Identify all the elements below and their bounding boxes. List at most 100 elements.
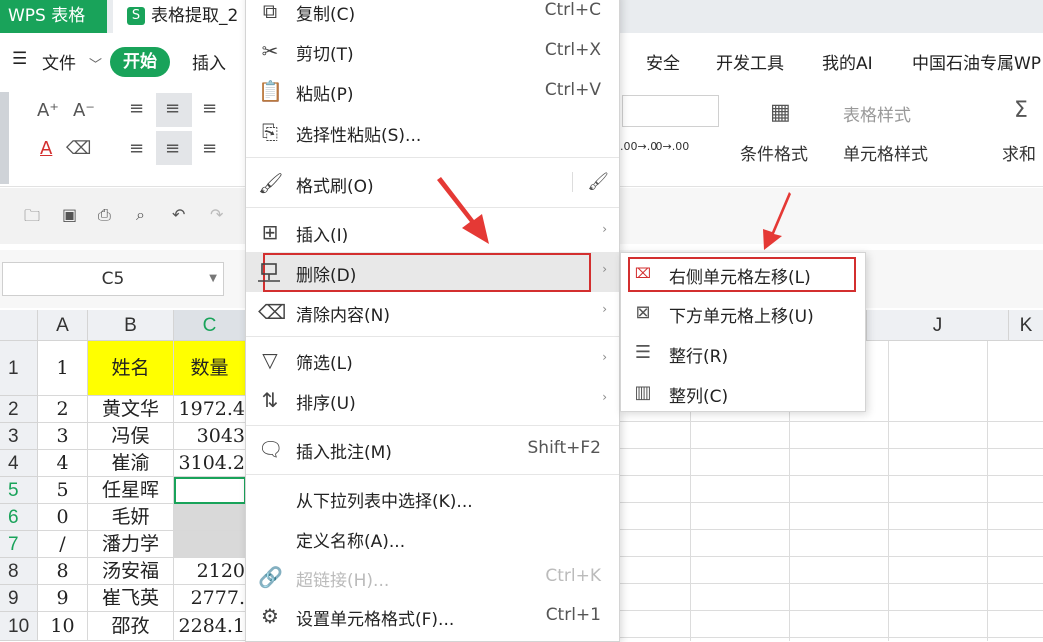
table-style-button[interactable]: 表格样式	[843, 101, 911, 126]
align-left-icon[interactable]: ≡	[129, 138, 144, 159]
table-cell[interactable]: 1	[38, 341, 88, 396]
table-cell[interactable]: 8	[38, 558, 88, 585]
save-icon[interactable]: ▣	[62, 205, 77, 224]
number-format-select[interactable]	[622, 95, 719, 127]
row-header[interactable]: 8	[0, 558, 38, 585]
menu-item-format-cells[interactable]: ⚙ 设置单元格格式(F)... Ctrl+1	[246, 596, 619, 636]
format-painter-lock-icon[interactable]: 🖌	[572, 172, 609, 192]
decrease-decimal-icon[interactable]: .0→.00	[652, 140, 689, 153]
table-cell[interactable]: 2	[38, 396, 88, 423]
menu-insert[interactable]: 插入	[192, 49, 226, 74]
table-cell[interactable]: 潘力学	[88, 531, 174, 558]
menu-petrochina[interactable]: 中国石油专属WP	[912, 49, 1041, 74]
table-cell[interactable]: 1972.4	[174, 396, 246, 423]
row-header[interactable]: 1	[0, 341, 38, 396]
menu-item-cut[interactable]: ✂ 剪切(T) Ctrl+X	[246, 31, 619, 71]
column-header-b[interactable]: B	[88, 310, 174, 341]
column-header-j[interactable]: J	[866, 310, 1009, 341]
table-cell[interactable]: 2284.1	[174, 612, 246, 641]
table-cell[interactable]: 毛妍	[88, 504, 174, 531]
row-header[interactable]: 2	[0, 396, 38, 423]
table-cell[interactable]: 2777.	[174, 585, 246, 612]
menu-item-paste-special[interactable]: ⎘ 选择性粘贴(S)...	[246, 112, 619, 152]
table-cell[interactable]: 2120	[174, 558, 246, 585]
table-cell[interactable]: 邵孜	[88, 612, 174, 641]
column-header-k[interactable]: K	[1009, 310, 1043, 341]
menu-item-clear-contents[interactable]: ⌫ 清除内容(N) ›	[246, 292, 619, 332]
align-right-icon[interactable]: ≡	[202, 138, 217, 159]
align-bottom-icon[interactable]: ≡	[202, 98, 217, 119]
document-tab[interactable]: S 表格提取_2	[113, 0, 253, 33]
table-cell[interactable]: 9	[38, 585, 88, 612]
table-cell[interactable]: 崔飞英	[88, 585, 174, 612]
print-icon[interactable]: ⎙	[98, 205, 111, 225]
table-cell[interactable]: 姓名	[88, 341, 174, 396]
table-cell[interactable]: 任星晖	[88, 477, 174, 504]
menu-item-filter[interactable]: ▽ 筛选(L) ›	[246, 340, 619, 380]
column-header-c[interactable]: C	[174, 310, 246, 341]
menu-devtools[interactable]: 开发工具	[716, 49, 784, 74]
table-cell[interactable]: 5	[38, 477, 88, 504]
table-cell[interactable]	[174, 504, 246, 531]
print-preview-icon[interactable]: ⌕	[136, 205, 145, 225]
row-header[interactable]: 9	[0, 585, 38, 612]
menu-item-copy[interactable]: ⧉ 复制(C) Ctrl+C	[246, 0, 619, 31]
table-cell[interactable]: 崔渝	[88, 450, 174, 477]
row-header[interactable]: 10	[0, 612, 38, 641]
menu-item-hyperlink[interactable]: 🔗 超链接(H)... Ctrl+K	[246, 557, 619, 597]
app-tab[interactable]: WPS 表格	[0, 0, 107, 33]
row-header[interactable]: 3	[0, 423, 38, 450]
align-top-icon[interactable]: ≡	[129, 98, 144, 119]
font-color-icon[interactable]: A	[40, 138, 52, 159]
menu-my-ai[interactable]: 我的AI	[822, 49, 873, 74]
table-cell[interactable]: 3043	[174, 423, 246, 450]
sum-icon[interactable]: Σ	[1014, 98, 1028, 123]
menu-item-pick-from-list[interactable]: 从下拉列表中选择(K)...	[246, 478, 619, 518]
table-cell[interactable]: 0	[38, 504, 88, 531]
redo-icon[interactable]: ↷	[210, 205, 223, 224]
chevron-down-icon[interactable]: ﹀	[89, 54, 102, 73]
sum-button[interactable]: 求和	[1002, 140, 1036, 165]
row-header[interactable]: 6	[0, 504, 38, 531]
menu-item-paste[interactable]: 📋 粘贴(P) Ctrl+V	[246, 71, 619, 111]
conditional-format-icon[interactable]: ▦	[770, 100, 791, 125]
table-cell[interactable]: 数量	[174, 341, 246, 396]
eraser-icon[interactable]: ⌫	[66, 138, 91, 159]
submenu-item-shift-up[interactable]: ⊠ 下方单元格上移(U)	[621, 293, 865, 333]
table-cell[interactable]: 黄文华	[88, 396, 174, 423]
table-cell[interactable]: /	[38, 531, 88, 558]
font-size-up-icon[interactable]: A⁺	[37, 100, 59, 121]
submenu-item-entire-column[interactable]: ▥ 整列(C)	[621, 373, 865, 413]
ribbon-scroll-handle[interactable]	[0, 92, 9, 184]
menu-item-insert[interactable]: ⊞ 插入(I) ›	[246, 212, 619, 252]
table-cell[interactable]	[174, 531, 246, 558]
table-cell[interactable]: 汤安福	[88, 558, 174, 585]
conditional-format-button[interactable]: 条件格式	[740, 140, 808, 165]
table-cell[interactable]: 冯俣	[88, 423, 174, 450]
menu-file[interactable]: 文件	[42, 49, 76, 74]
chevron-down-icon[interactable]: ▼	[209, 263, 217, 295]
column-header-a[interactable]: A	[38, 310, 88, 341]
row-header[interactable]: 4	[0, 450, 38, 477]
table-cell[interactable]: 3	[38, 423, 88, 450]
menu-item-define-name[interactable]: 定义名称(A)...	[246, 518, 619, 558]
menu-start[interactable]: 开始	[110, 47, 170, 77]
menu-item-format-painter[interactable]: 🖌 格式刷(O) 🖌	[246, 163, 619, 203]
submenu-item-entire-row[interactable]: ☰ 整行(R)	[621, 333, 865, 373]
menu-item-insert-comment[interactable]: 🗨 插入批注(M) Shift+F2	[246, 429, 619, 469]
menu-security[interactable]: 安全	[646, 49, 680, 74]
table-cell[interactable]: 4	[38, 450, 88, 477]
menu-item-sort[interactable]: ⇅ 排序(U) ›	[246, 380, 619, 420]
undo-icon[interactable]: ↶	[172, 205, 185, 224]
table-cell[interactable]: 10	[38, 612, 88, 641]
select-all-corner[interactable]	[0, 310, 38, 341]
table-cell[interactable]	[174, 477, 246, 504]
name-box[interactable]: C5 ▼	[2, 262, 224, 296]
font-size-down-icon[interactable]: A⁻	[73, 100, 95, 121]
cell-style-button[interactable]: 单元格样式	[843, 140, 928, 165]
hamburger-icon[interactable]: ☰	[12, 49, 27, 69]
open-icon[interactable]: 🗀	[24, 205, 40, 232]
row-header[interactable]: 5	[0, 477, 38, 504]
table-cell[interactable]: 3104.2	[174, 450, 246, 477]
row-header[interactable]: 7	[0, 531, 38, 558]
